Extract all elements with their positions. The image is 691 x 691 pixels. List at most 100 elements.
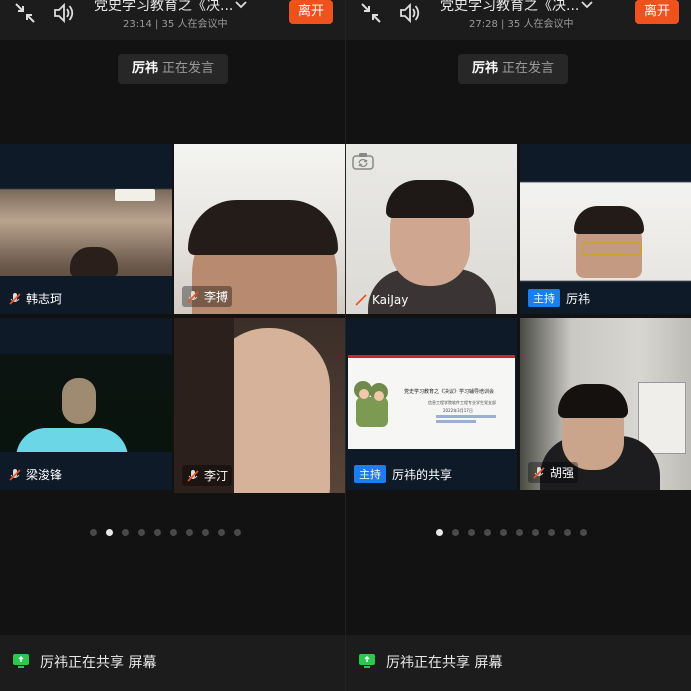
meeting-title[interactable]: 党史学习教育之《决... (440, 0, 579, 15)
active-speaker-indicator: 厉祎 正在发言 (118, 54, 229, 84)
participant-name: 厉祎的共享 (392, 467, 453, 482)
page-dot[interactable] (564, 529, 571, 536)
leave-button[interactable]: 离开 (289, 0, 333, 24)
participant-name: 胡强 (550, 466, 575, 480)
meeting-panel-right: 党史学习教育之《决... 27:28 | 35 人在会议中 离开 厉祎 正在发言 … (346, 0, 691, 691)
chevron-down-icon[interactable] (580, 0, 594, 12)
page-dot[interactable] (122, 529, 129, 536)
air-conditioner (638, 382, 686, 454)
page-dot[interactable] (170, 529, 177, 536)
participant-glasses (582, 242, 642, 256)
mic-muted-icon (187, 469, 199, 482)
participant-hair (574, 206, 644, 234)
video-tile[interactable]: 梁浚锋 (0, 318, 172, 490)
slide-title: 党史学习教育之《决议》学习辅导培训会 (404, 389, 495, 395)
slide-line-1: 信息工程学院软件工程专业学生党支部 (428, 400, 496, 405)
participant-name: 李汀 (204, 469, 229, 483)
page-indicator[interactable] (90, 529, 241, 539)
page-indicator[interactable] (436, 529, 587, 539)
participant-label: 韩志珂 (8, 290, 62, 307)
page-dot[interactable] (516, 529, 523, 536)
page-dot[interactable] (500, 529, 507, 536)
shared-screen-tile[interactable]: 党史学习教育之《决议》学习辅导培训会 信息工程学院软件工程专业学生党支部 202… (346, 318, 517, 490)
soldier-illustration (354, 373, 390, 433)
slide-line-2: 2022年3月17日 (443, 408, 473, 413)
participant-hair (558, 384, 628, 418)
video-tile[interactable]: 韩志珂 (0, 144, 172, 314)
speaker-icon[interactable] (52, 2, 76, 24)
leave-button[interactable]: 离开 (635, 0, 679, 24)
speaker-status: 正在发言 (162, 61, 215, 76)
share-status-bar[interactable]: 厉祎正在共享 屏幕 (346, 635, 691, 691)
mic-muted-icon (9, 292, 21, 305)
participant-label: 胡强 (528, 462, 579, 483)
camera-switch-icon[interactable] (352, 152, 374, 170)
speaker-status: 正在发言 (502, 61, 555, 76)
speaker-icon[interactable] (398, 2, 422, 24)
participant-silhouette (70, 247, 118, 277)
screen-share-icon (359, 654, 375, 668)
video-tile[interactable]: 李搏 (174, 144, 345, 314)
shared-slide: 党史学习教育之《决议》学习辅导培训会 信息工程学院软件工程专业学生党支部 202… (348, 355, 515, 449)
share-status-text: 厉祎正在共享 屏幕 (40, 655, 157, 671)
meeting-status: 23:14 | 35 人在会议中 (123, 19, 228, 30)
participant-name: KaiJay (372, 293, 409, 307)
mic-muted-icon (9, 468, 21, 481)
page-dot[interactable] (548, 529, 555, 536)
slide-link (436, 415, 496, 418)
participant-label: 梁浚锋 (8, 466, 62, 483)
participant-label: 李搏 (182, 286, 233, 307)
active-speaker-indicator: 厉祎 正在发言 (458, 54, 569, 84)
mic-muted-icon (187, 290, 199, 303)
meeting-title[interactable]: 党史学习教育之《决... (94, 0, 233, 15)
participant-name: 李搏 (204, 290, 229, 304)
page-dot[interactable] (580, 529, 587, 536)
meeting-panel-left: 党史学习教育之《决... 23:14 | 35 人在会议中 离开 厉祎 正在发言 … (0, 0, 345, 691)
page-dot[interactable] (436, 529, 443, 536)
slide-link (436, 420, 476, 423)
page-dot[interactable] (234, 529, 241, 536)
page-dot[interactable] (138, 529, 145, 536)
video-tile[interactable]: 李汀 (174, 318, 345, 493)
participant-hair (188, 200, 338, 255)
host-badge: 主持 (354, 465, 386, 483)
page-dot[interactable] (106, 529, 113, 536)
participant-name: 韩志珂 (26, 292, 63, 306)
video-tile[interactable]: 胡强 (520, 318, 691, 490)
participant-face (62, 378, 96, 424)
participant-label: 主持 厉祎 (528, 289, 590, 307)
participant-name: 厉祎 (566, 291, 591, 306)
page-dot[interactable] (90, 529, 97, 536)
participant-name: 梁浚锋 (26, 468, 63, 482)
page-dot[interactable] (484, 529, 491, 536)
screen-share-icon (13, 654, 29, 668)
speaker-name: 厉祎 (472, 61, 499, 76)
page-dot[interactable] (154, 529, 161, 536)
participant-label: 李汀 (182, 465, 233, 486)
page-dot[interactable] (218, 529, 225, 536)
page-dot[interactable] (468, 529, 475, 536)
mic-muted-icon (533, 466, 545, 479)
participant-label: 主持 厉祎的共享 (354, 465, 452, 483)
participant-hair (386, 180, 474, 218)
participant-label: KaiJay (354, 293, 408, 307)
page-dot[interactable] (186, 529, 193, 536)
page-dot[interactable] (532, 529, 539, 536)
meeting-status: 27:28 | 35 人在会议中 (469, 19, 574, 30)
slide-top-rule (348, 355, 515, 358)
top-bar: 党史学习教育之《决... 23:14 | 35 人在会议中 离开 (0, 0, 345, 40)
shrink-icon[interactable] (14, 2, 36, 24)
host-badge: 主持 (528, 289, 560, 307)
mic-muted-icon (355, 294, 367, 306)
shrink-icon[interactable] (360, 2, 382, 24)
share-status-text: 厉祎正在共享 屏幕 (386, 655, 503, 671)
video-tile[interactable]: KaiJay (346, 144, 517, 314)
page-dot[interactable] (202, 529, 209, 536)
speaker-name: 厉祎 (132, 61, 159, 76)
page-dot[interactable] (452, 529, 459, 536)
chevron-down-icon[interactable] (234, 0, 248, 12)
ceiling-light (115, 189, 155, 201)
share-status-bar[interactable]: 厉祎正在共享 屏幕 (0, 635, 345, 691)
top-bar: 党史学习教育之《决... 27:28 | 35 人在会议中 离开 (346, 0, 691, 40)
video-tile-active[interactable]: 主持 厉祎 (520, 144, 691, 314)
